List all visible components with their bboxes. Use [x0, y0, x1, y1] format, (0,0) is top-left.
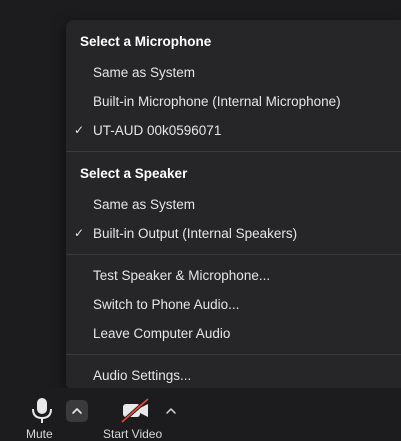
- start-video-label: Start Video: [103, 427, 163, 441]
- microphone-section-header: Select a Microphone: [80, 34, 212, 49]
- menu-item-label: Test Speaker & Microphone...: [93, 268, 271, 283]
- video-camera-off-icon: [120, 397, 150, 424]
- speaker-section-header: Select a Speaker: [80, 166, 188, 181]
- video-options-button[interactable]: [164, 400, 178, 422]
- menu-item-label: Leave Computer Audio: [93, 326, 231, 341]
- menu-item-label: UT-AUD 00k0596071: [93, 123, 222, 138]
- menu-item-label: Audio Settings...: [93, 368, 192, 383]
- audio-options-menu: Select a Microphone Same as System Built…: [66, 20, 401, 388]
- menu-item-mic-built-in[interactable]: Built-in Microphone (Internal Microphone…: [66, 87, 401, 116]
- meeting-toolbar: Mute Start Video: [0, 388, 401, 441]
- chevron-up-icon: [72, 408, 82, 414]
- mute-label: Mute: [26, 427, 53, 441]
- menu-item-label: Same as System: [93, 197, 196, 212]
- menu-item-mic-ut-aud[interactable]: ✓ UT-AUD 00k0596071: [66, 116, 401, 145]
- microphone-icon: [32, 398, 52, 423]
- menu-divider: [66, 151, 401, 152]
- audio-options-button[interactable]: [66, 400, 88, 422]
- checkmark-icon: ✓: [74, 123, 85, 137]
- menu-item-mic-same-as-system[interactable]: Same as System: [66, 58, 401, 87]
- menu-item-audio-settings[interactable]: Audio Settings...: [66, 361, 401, 390]
- checkmark-icon: ✓: [74, 226, 85, 240]
- menu-divider: [66, 254, 401, 255]
- menu-item-test-speaker-microphone[interactable]: Test Speaker & Microphone...: [66, 261, 401, 290]
- chevron-up-icon: [166, 408, 176, 414]
- menu-item-label: Switch to Phone Audio...: [93, 297, 240, 312]
- menu-divider: [66, 354, 401, 355]
- menu-item-label: Built-in Microphone (Internal Microphone…: [93, 94, 341, 109]
- menu-item-label: Same as System: [93, 65, 196, 80]
- menu-item-label: Built-in Output (Internal Speakers): [93, 226, 298, 241]
- menu-item-speaker-built-in-output[interactable]: ✓ Built-in Output (Internal Speakers): [66, 219, 401, 248]
- menu-item-leave-computer-audio[interactable]: Leave Computer Audio: [66, 319, 401, 348]
- menu-item-speaker-same-as-system[interactable]: Same as System: [66, 190, 401, 219]
- menu-item-switch-to-phone-audio[interactable]: Switch to Phone Audio...: [66, 290, 401, 319]
